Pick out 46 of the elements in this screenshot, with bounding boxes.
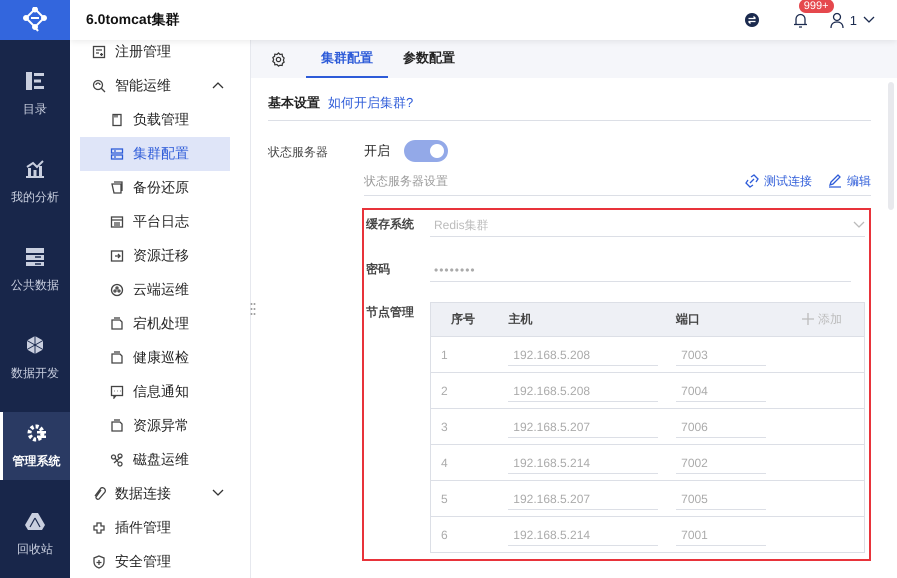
switch-label: 开启 xyxy=(364,142,390,160)
sidebar-item[interactable]: 备份还原 xyxy=(80,171,230,205)
sidebar-item[interactable]: 磁盘运维 xyxy=(80,443,230,477)
sidebar-item[interactable]: 信息通知 xyxy=(80,375,230,409)
sidebar-item[interactable]: 插件管理 xyxy=(70,511,230,545)
sidebar-item[interactable]: 资源异常 xyxy=(80,409,230,443)
section-title: 基本设置 xyxy=(268,94,320,112)
row-number: 2 xyxy=(441,384,448,398)
row-number: 4 xyxy=(441,456,448,470)
rail-item[interactable]: 管理系统 xyxy=(0,412,70,480)
sidebar-item[interactable]: 数据连接 xyxy=(70,477,230,511)
column-header: 主机 xyxy=(508,302,676,336)
field-label: 节点管理 xyxy=(366,304,415,321)
column-header: 序号 xyxy=(430,302,508,336)
rail-item[interactable]: 回收站 xyxy=(0,500,70,568)
tab[interactable]: 集群配置 xyxy=(306,40,388,78)
field-label: 缓存系统 xyxy=(366,216,415,233)
help-link[interactable]: 如何开启集群? xyxy=(328,94,414,112)
rail-item[interactable]: 我的分析 xyxy=(0,148,70,216)
row-number: 3 xyxy=(441,420,448,434)
sidebar-item[interactable]: 健康巡检 xyxy=(80,341,230,375)
sidebar-item[interactable]: 平台日志 xyxy=(80,205,230,239)
column-header: 端口 xyxy=(676,302,801,336)
row-number: 1 xyxy=(441,348,448,362)
row-number: 5 xyxy=(441,492,448,506)
sidebar-item[interactable]: 注册管理 xyxy=(70,35,230,69)
action-button[interactable]: 编辑 xyxy=(828,172,871,190)
rail-item[interactable]: 公共数据 xyxy=(0,236,70,304)
sidebar-item[interactable]: 云端运维 xyxy=(80,273,230,307)
user-name[interactable]: 1 xyxy=(850,12,857,28)
sidebar-item[interactable]: 安全管理 xyxy=(70,545,230,578)
rail-item[interactable]: 数据开发 xyxy=(0,324,70,392)
row-number: 6 xyxy=(441,528,448,542)
page-title: 6.0tomcat集群 xyxy=(86,11,180,29)
tab[interactable]: 参数配置 xyxy=(388,40,470,78)
field-label: 状态服务器 xyxy=(268,144,329,161)
field-label: 密码 xyxy=(366,261,391,278)
rail-item[interactable]: 目录 xyxy=(0,60,70,128)
sidebar-item[interactable]: 资源迁移 xyxy=(80,239,230,273)
notification-badge: 999+ xyxy=(798,0,834,13)
sidebar-item[interactable]: 宕机处理 xyxy=(80,307,230,341)
settings-label: 状态服务器设置 xyxy=(364,172,449,190)
sidebar-item[interactable]: 集群配置 xyxy=(80,137,230,171)
sidebar-item[interactable]: 负载管理 xyxy=(80,103,230,137)
sidebar-item[interactable]: 智能运维 xyxy=(70,69,230,103)
action-button[interactable]: 测试连接 xyxy=(745,172,812,190)
